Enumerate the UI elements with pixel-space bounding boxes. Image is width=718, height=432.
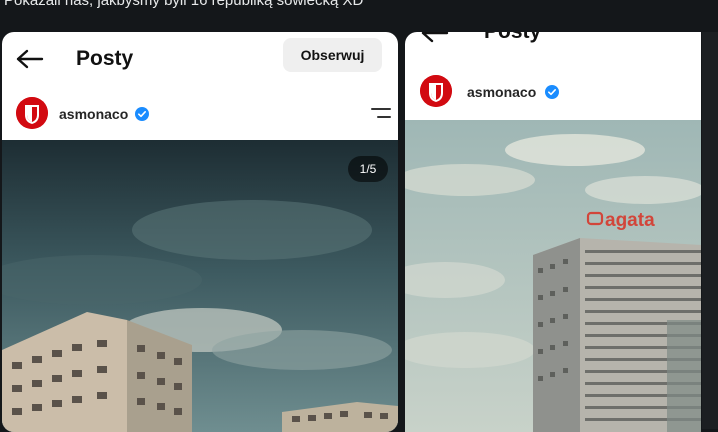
- instagram-post-screenshot-2[interactable]: Posty asmonaco: [405, 32, 701, 432]
- verified-badge-icon: [135, 107, 149, 121]
- photo-image: agata: [405, 120, 701, 432]
- post-photo[interactable]: 1/5: [2, 140, 398, 432]
- username[interactable]: asmonaco: [59, 106, 128, 122]
- post-photo[interactable]: agata: [405, 120, 701, 432]
- back-arrow-icon[interactable]: [16, 49, 44, 69]
- post-header: Posty: [405, 32, 701, 60]
- post-user-row: asmonaco: [405, 72, 701, 112]
- image-counter: 1/5: [348, 156, 388, 182]
- post-user-row: asmonaco: [2, 93, 398, 133]
- verified-badge-icon: [545, 85, 559, 99]
- building-sign-text: agata: [605, 210, 655, 231]
- follow-button[interactable]: Obserwuj: [283, 38, 382, 72]
- avatar[interactable]: [420, 75, 452, 107]
- page-title: Posty: [484, 32, 541, 44]
- photo-image: [2, 140, 398, 432]
- page-title: Posty: [76, 47, 134, 70]
- back-arrow-icon[interactable]: [421, 32, 449, 43]
- scrollbar[interactable]: [702, 32, 718, 429]
- tweet-text: Pokazali nas, jakbyśmy byli 16 republiką…: [4, 0, 364, 9]
- post-header: Posty Obserwuj: [2, 32, 398, 86]
- avatar[interactable]: [16, 97, 48, 129]
- username[interactable]: asmonaco: [467, 84, 536, 100]
- menu-icon[interactable]: [370, 106, 392, 120]
- instagram-post-screenshot-1[interactable]: Posty Obserwuj asmonaco 1/5: [2, 32, 398, 432]
